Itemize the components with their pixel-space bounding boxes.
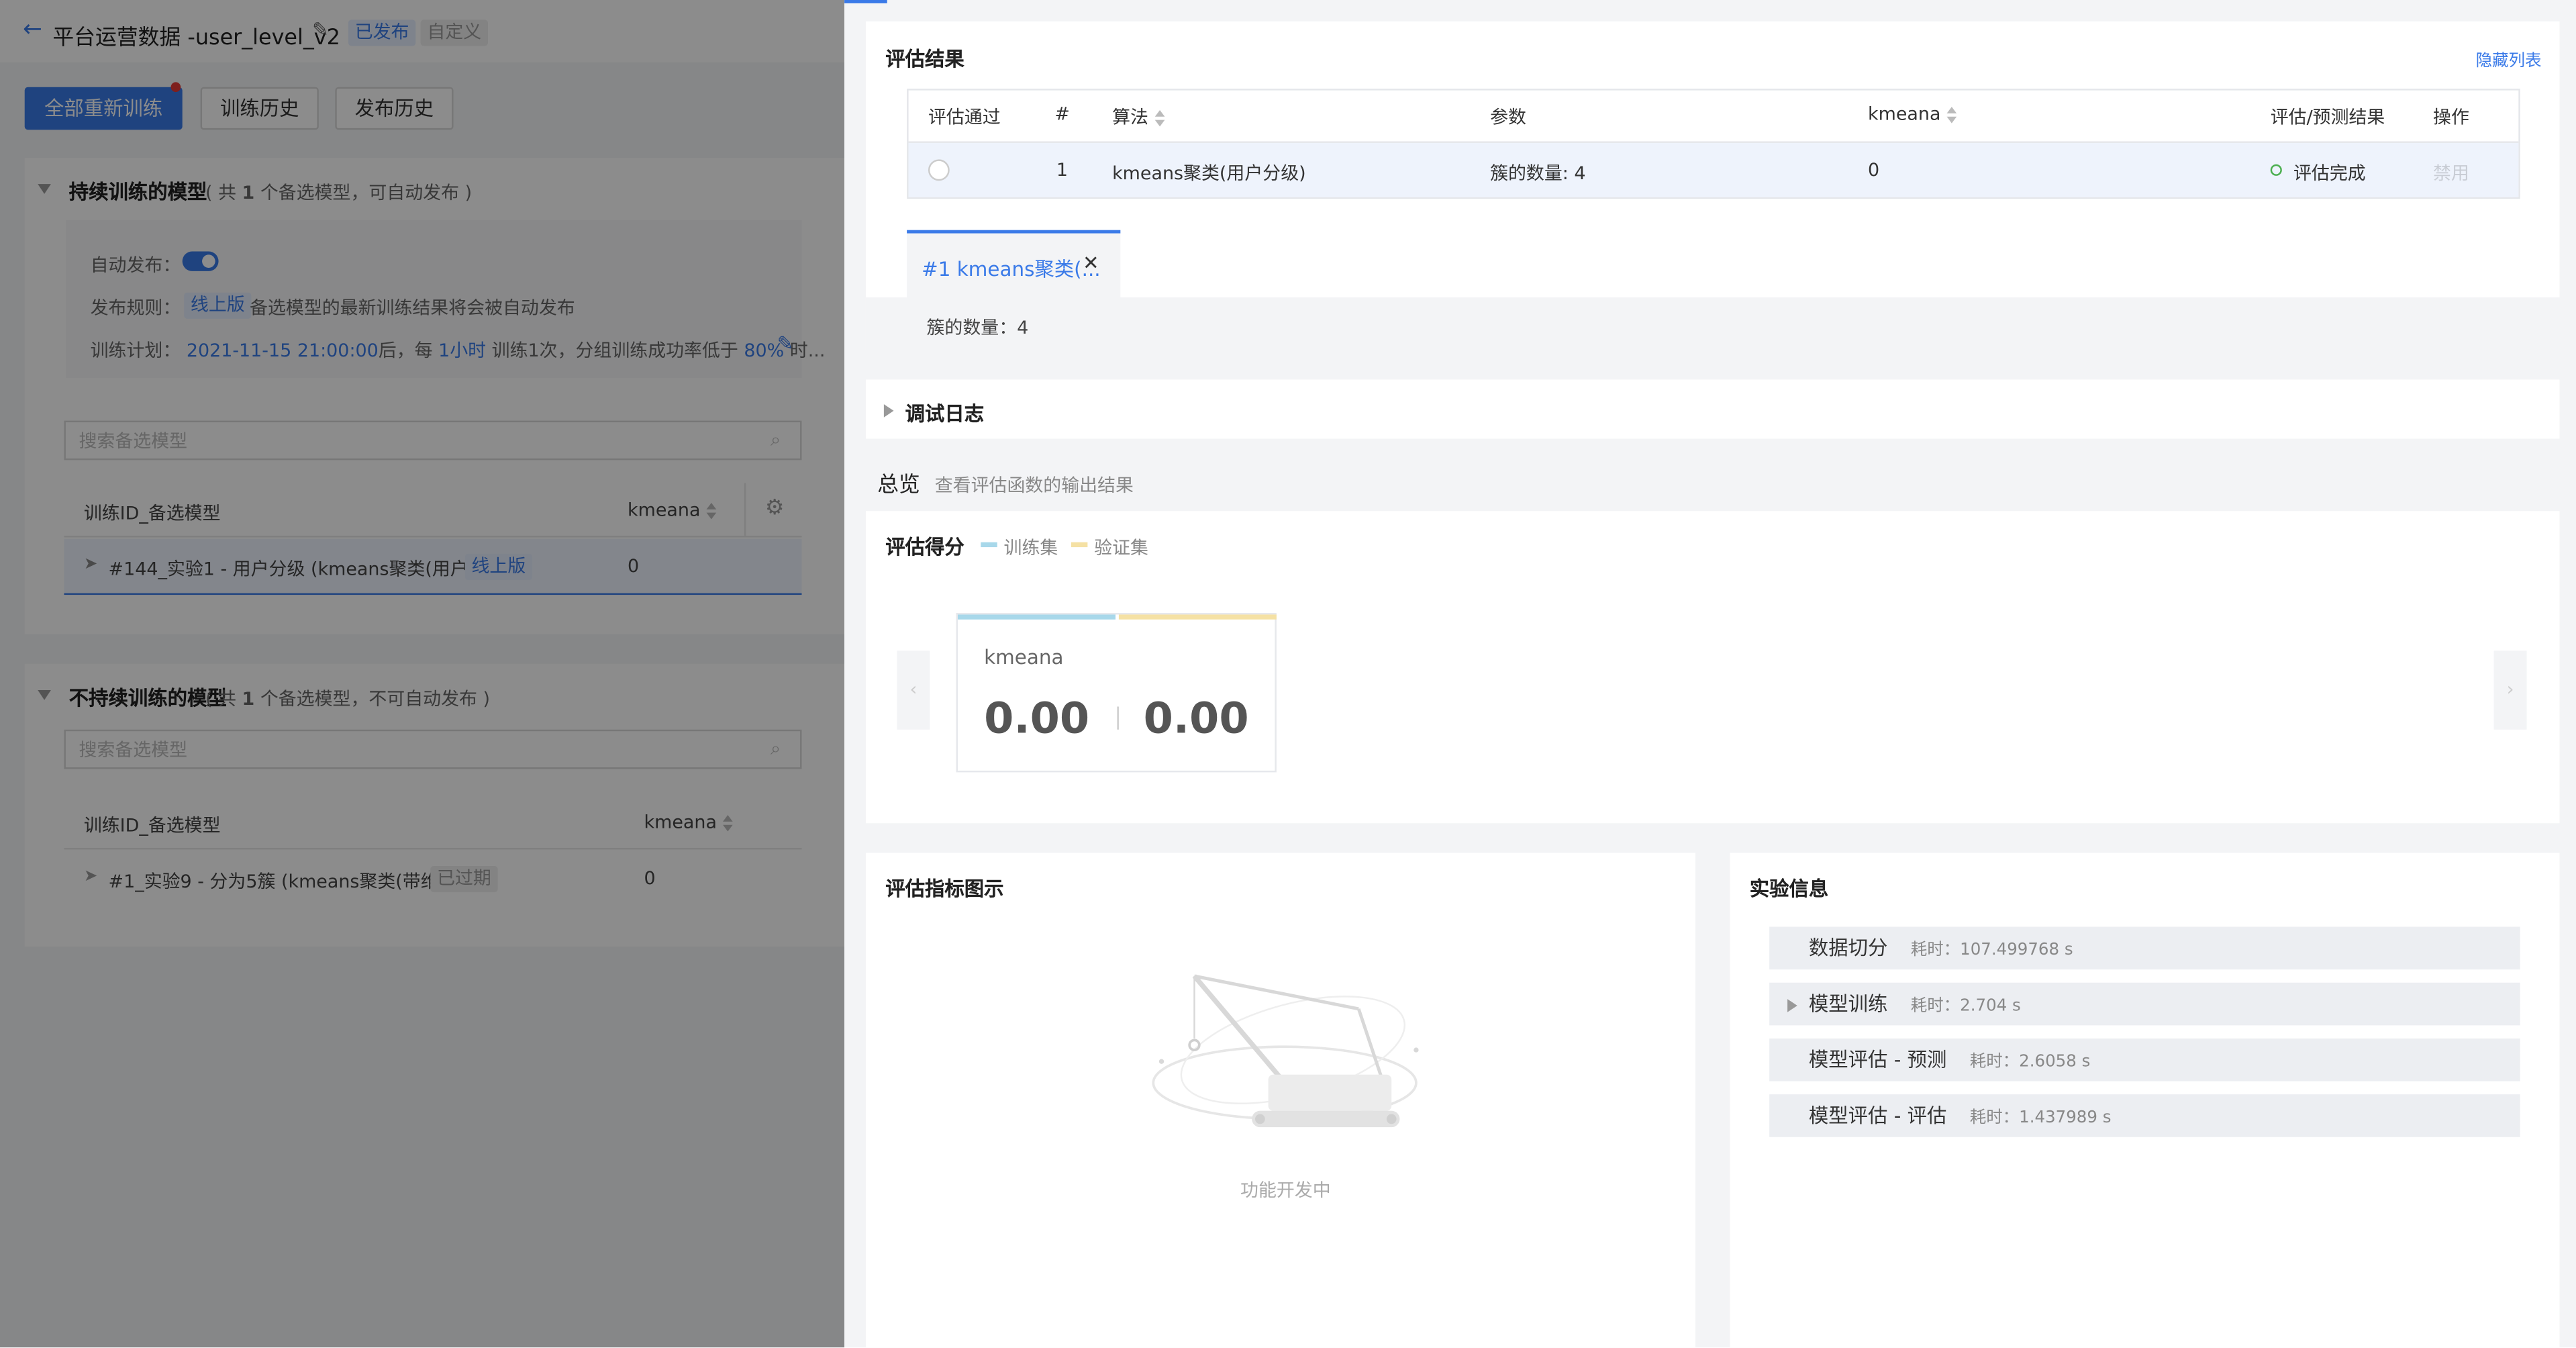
drawer-top-strip (844, 0, 2576, 10)
legend-valid-swatch (1071, 542, 1088, 548)
expand-caret-icon[interactable] (883, 404, 894, 418)
tab-content: 簇的数量：4 (865, 297, 2560, 350)
col-ops-header: 操作 (2433, 107, 2469, 128)
hide-list-link[interactable]: 隐藏列表 (2476, 46, 2542, 70)
step-model-train[interactable]: 模型训练 耗时：2.704 s (1769, 982, 2520, 1026)
next-arrow-icon[interactable]: › (2493, 651, 2527, 730)
score-card: kmeana 0.00 0.00 (956, 612, 1277, 773)
legend-train-swatch (981, 542, 997, 548)
modal-mask[interactable] (0, 0, 845, 1348)
step-data-split: 数据切分 耗时：107.499768 s (1769, 926, 2520, 970)
experiment-info-title: 实验信息 (1749, 877, 1829, 901)
valid-score-value: 0.00 (1143, 695, 1249, 744)
active-tab-indicator (844, 0, 887, 3)
row-result: 评估完成 (2293, 162, 2366, 185)
metric-chart-card: 评估指标图示 功能开发中 (865, 853, 1696, 1348)
step-eval-predict: 模型评估 - 预测 耗时：2.6058 s (1769, 1038, 2520, 1081)
sort-icon (1947, 107, 1959, 124)
row-params: 簇的数量: 4 (1490, 162, 1586, 185)
col-algo-header[interactable]: 算法 (1112, 103, 1167, 130)
eval-score-card: 评估得分 训练集 验证集 ‹ › kmeana 0.00 0.00 (865, 511, 2560, 824)
overview-subtitle: 查看评估函数的输出结果 (934, 475, 1134, 497)
debug-log-title: 调试日志 (905, 402, 985, 426)
result-tab-label: #1 kmeans聚类(... (922, 258, 1101, 281)
row-index: 1 (1056, 159, 1069, 181)
valid-color-bar (1118, 614, 1277, 620)
prev-arrow-icon[interactable]: ‹ (897, 651, 930, 730)
row-algo-link[interactable]: kmeans聚类(用户分级) (1112, 159, 1306, 185)
col-pass-header: 评估通过 (928, 107, 1001, 128)
row-metric: 0 (1868, 159, 1880, 181)
col-index-header: # (1054, 103, 1070, 126)
legend-valid-label: 验证集 (1094, 537, 1148, 559)
eval-score-title: 评估得分 (885, 535, 964, 559)
result-tab[interactable]: #1 kmeans聚类(... ✕ (907, 230, 1121, 298)
detail-drawer: 评估结果 隐藏列表 评估通过 # 算法 参数 kmeana 评估/预测结果 操作… (844, 0, 2576, 1348)
train-score-value: 0.00 (984, 695, 1090, 744)
under-construction-illustration (1152, 974, 1419, 1128)
score-metric-name: kmeana (984, 645, 1064, 669)
debug-log-card[interactable]: 调试日志 (865, 379, 2560, 439)
col-params-header: 参数 (1490, 107, 1526, 128)
experiment-info-card: 实验信息 数据切分 耗时：107.499768 s 模型训练 耗时：2.704 s … (1730, 853, 2560, 1348)
disable-button[interactable]: 禁用 (2433, 159, 2469, 185)
placeholder-text: 功能开发中 (1240, 1180, 1331, 1202)
eval-results-title: 评估结果 (885, 47, 964, 71)
legend-train-label: 训练集 (1003, 537, 1058, 559)
tab-detail: 簇的数量：4 (926, 317, 1029, 339)
metric-chart-title: 评估指标图示 (885, 877, 1004, 901)
col-metric-header[interactable]: kmeana (1868, 103, 1959, 125)
step-eval-evaluate: 模型评估 - 评估 耗时：1.437989 s (1769, 1094, 2520, 1137)
score-divider (1117, 706, 1119, 730)
eval-results-card: 评估结果 隐藏列表 评估通过 # 算法 参数 kmeana 评估/预测结果 操作… (865, 21, 2560, 350)
expand-caret-icon (1787, 998, 1797, 1012)
sort-icon (1154, 109, 1167, 127)
train-color-bar (958, 614, 1116, 620)
pass-radio[interactable] (928, 159, 950, 181)
close-icon[interactable]: ✕ (1083, 251, 1099, 274)
status-circle-icon (2270, 164, 2282, 176)
col-result-header: 评估/预测结果 (2270, 107, 2385, 128)
overview-title: 总览 (877, 473, 920, 498)
